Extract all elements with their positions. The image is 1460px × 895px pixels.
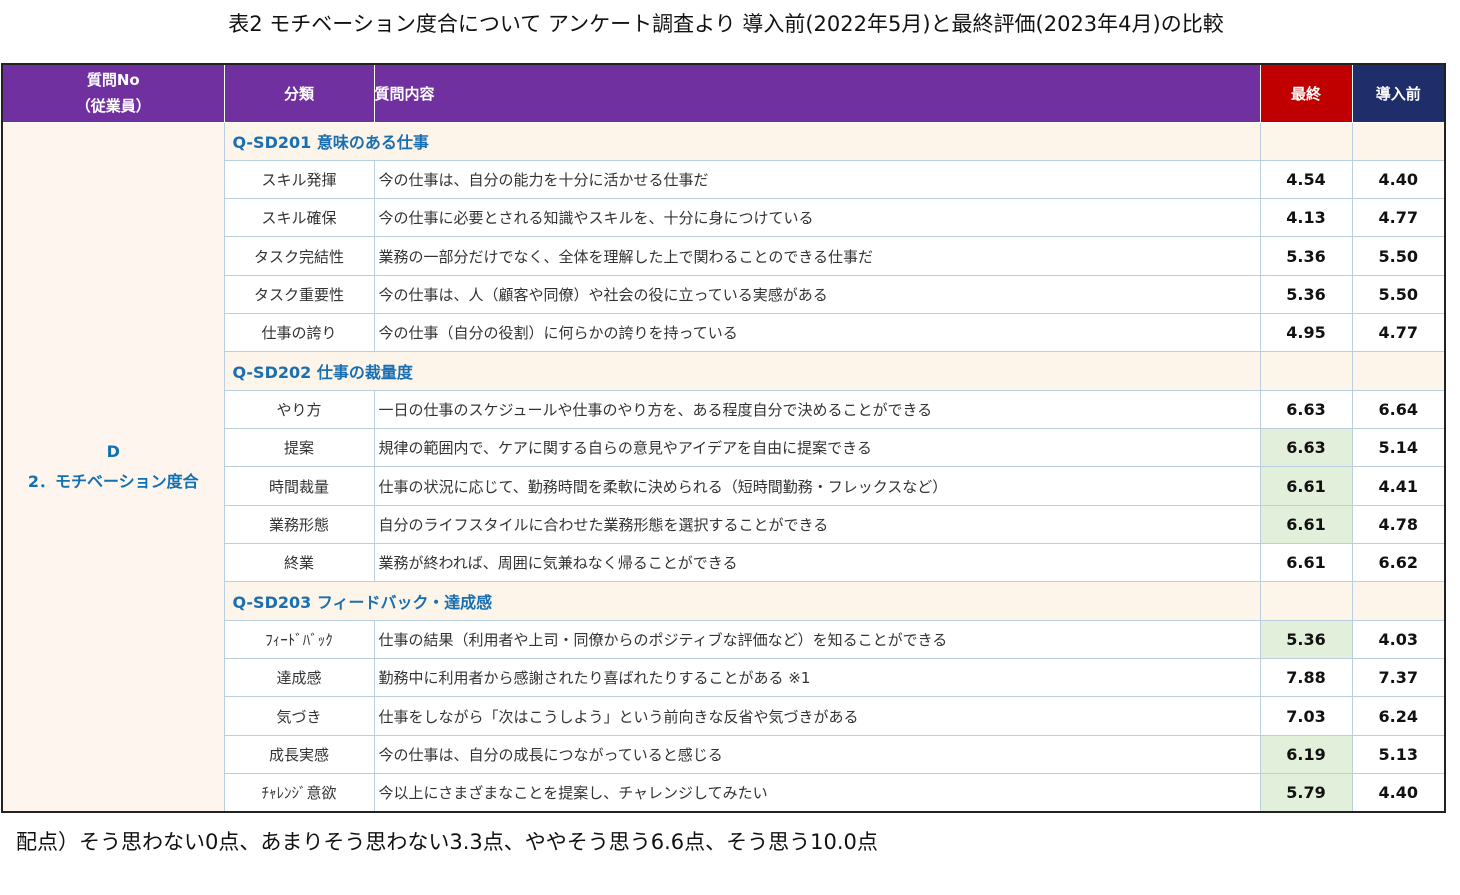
- final-score-cell: 7.88: [1259, 658, 1353, 698]
- category-cell: タスク完結性: [223, 236, 375, 276]
- before-score-cell: 5.14: [1351, 428, 1446, 468]
- before-score-cell: 5.13: [1351, 734, 1446, 775]
- before-score-cell: 6.24: [1351, 696, 1446, 736]
- section-title: Q-SD201 意味のある仕事: [223, 121, 1261, 161]
- category-cell: ﾌｨｰﾄﾞﾊﾞｯｸ: [223, 619, 375, 660]
- group-label: D 2．モチベーション度合: [1, 121, 225, 813]
- final-score-cell: 6.61: [1259, 466, 1353, 506]
- before-score-cell: 4.03: [1351, 619, 1446, 660]
- question-content-cell: 今の仕事は、自分の能力を十分に活かせる仕事だ: [373, 159, 1261, 200]
- category-cell: 提案: [223, 428, 375, 468]
- header-before: 導入前: [1351, 63, 1446, 123]
- category-cell: 仕事の誇り: [223, 313, 375, 353]
- category-cell: 終業: [223, 543, 375, 583]
- question-content-cell: 一日の仕事のスケジュールや仕事のやり方を、ある程度自分で決めることができる: [373, 389, 1261, 430]
- before-score-cell: 5.50: [1351, 236, 1446, 276]
- section-empty-cell: [1259, 581, 1353, 621]
- question-content-cell: 勤務中に利用者から感謝されたり喜ばれたりすることがある ※1: [373, 658, 1261, 698]
- category-cell: やり方: [223, 389, 375, 430]
- final-score-cell: 4.54: [1259, 159, 1353, 200]
- before-score-cell: 6.62: [1351, 543, 1446, 583]
- section-empty-cell: [1351, 121, 1446, 161]
- final-score-cell: 5.79: [1259, 773, 1353, 813]
- before-score-cell: 6.64: [1351, 389, 1446, 430]
- category-cell: スキル確保: [223, 198, 375, 238]
- section-row: D 2．モチベーション度合 Q-SD201 意味のある仕事: [1, 121, 1446, 813]
- question-content-cell: 今の仕事は、自分の成長につながっていると感じる: [373, 734, 1261, 775]
- before-score-cell: 7.37: [1351, 658, 1446, 698]
- group-label-line2: 2．モチベーション度合: [27, 471, 199, 491]
- before-score-cell: 4.40: [1351, 773, 1446, 813]
- scoring-note: 配点）そう思わない0点、あまりそう思わない3.3点、ややそう思う6.6点、そう思…: [16, 830, 878, 854]
- header-question-no-line2: （従業員）: [75, 97, 151, 116]
- final-score-cell: 7.03: [1259, 696, 1353, 736]
- before-score-cell: 4.77: [1351, 198, 1446, 238]
- category-cell: 成長実感: [223, 734, 375, 775]
- section-empty-cell: [1351, 351, 1446, 391]
- final-score-cell: 5.36: [1259, 619, 1353, 660]
- section-empty-cell: [1259, 351, 1353, 391]
- before-score-cell: 4.40: [1351, 159, 1446, 200]
- table-header-row: 質問No （従業員） 分類 質問内容 最終 導入前: [1, 63, 1446, 123]
- header-question-no: 質問No （従業員）: [1, 63, 225, 123]
- final-score-cell: 6.61: [1259, 504, 1353, 545]
- category-cell: ﾁｬﾚﾝｼﾞ意欲: [223, 773, 375, 813]
- final-score-cell: 6.63: [1259, 428, 1353, 468]
- question-content-cell: 仕事の状況に応じて、勤務時間を柔軟に決められる（短時間勤務・フレックスなど）: [373, 466, 1261, 506]
- final-score-cell: 6.19: [1259, 734, 1353, 775]
- category-cell: 達成感: [223, 658, 375, 698]
- group-label-line1: D: [106, 441, 120, 461]
- final-score-cell: 6.63: [1259, 389, 1353, 430]
- section-empty-cell: [1259, 121, 1353, 161]
- question-content-cell: 今の仕事（自分の役割）に何らかの誇りを持っている: [373, 313, 1261, 353]
- table-title: 表2 モチベーション度合について アンケート調査より 導入前(2022年5月)と…: [228, 12, 1224, 36]
- question-content-cell: 今の仕事に必要とされる知識やスキルを、十分に身につけている: [373, 198, 1261, 238]
- question-content-cell: 仕事の結果（利用者や上司・同僚からのポジティブな評価など）を知ることができる: [373, 619, 1261, 660]
- section-title: Q-SD203 フィードバック・達成感: [223, 581, 1261, 621]
- final-score-cell: 6.61: [1259, 543, 1353, 583]
- category-cell: 業務形態: [223, 504, 375, 545]
- final-score-cell: 5.36: [1259, 274, 1353, 315]
- table-body: D 2．モチベーション度合 Q-SD201 意味のある仕事 スキル発揮 今の仕事は、自分…: [1, 121, 1446, 813]
- section-title: Q-SD202 仕事の裁量度: [223, 351, 1261, 391]
- header-question-no-line1: 質問No: [86, 71, 140, 90]
- category-cell: 気づき: [223, 696, 375, 736]
- question-content-cell: 今の仕事は、人（顧客や同僚）や社会の役に立っている実感がある: [373, 274, 1261, 315]
- header-final: 最終: [1259, 63, 1353, 123]
- question-content-cell: 今以上にさまざまなことを提案し、チャレンジしてみたい: [373, 773, 1261, 813]
- question-content-cell: 業務が終われば、周囲に気兼ねなく帰ることができる: [373, 543, 1261, 583]
- question-content-cell: 業務の一部分だけでなく、全体を理解した上で関わることのできる仕事だ: [373, 236, 1261, 276]
- header-content: 質問内容: [373, 63, 1261, 123]
- final-score-cell: 4.13: [1259, 198, 1353, 238]
- before-score-cell: 5.50: [1351, 274, 1446, 315]
- section-empty-cell: [1351, 581, 1446, 621]
- question-content-cell: 仕事をしながら「次はこうしよう」という前向きな反省や気づきがある: [373, 696, 1261, 736]
- final-score-cell: 4.95: [1259, 313, 1353, 353]
- question-content-cell: 自分のライフスタイルに合わせた業務形態を選択することができる: [373, 504, 1261, 545]
- question-content-cell: 規律の範囲内で、ケアに関する自らの意見やアイデアを自由に提案できる: [373, 428, 1261, 468]
- final-score-cell: 5.36: [1259, 236, 1353, 276]
- before-score-cell: 4.78: [1351, 504, 1446, 545]
- category-cell: 時間裁量: [223, 466, 375, 506]
- before-score-cell: 4.41: [1351, 466, 1446, 506]
- header-category: 分類: [223, 63, 375, 123]
- category-cell: スキル発揮: [223, 159, 375, 200]
- before-score-cell: 4.77: [1351, 313, 1446, 353]
- comparison-table: 質問No （従業員） 分類 質問内容 最終 導入前 D 2．モチベーション度合 Q-…: [1, 63, 1446, 813]
- category-cell: タスク重要性: [223, 274, 375, 315]
